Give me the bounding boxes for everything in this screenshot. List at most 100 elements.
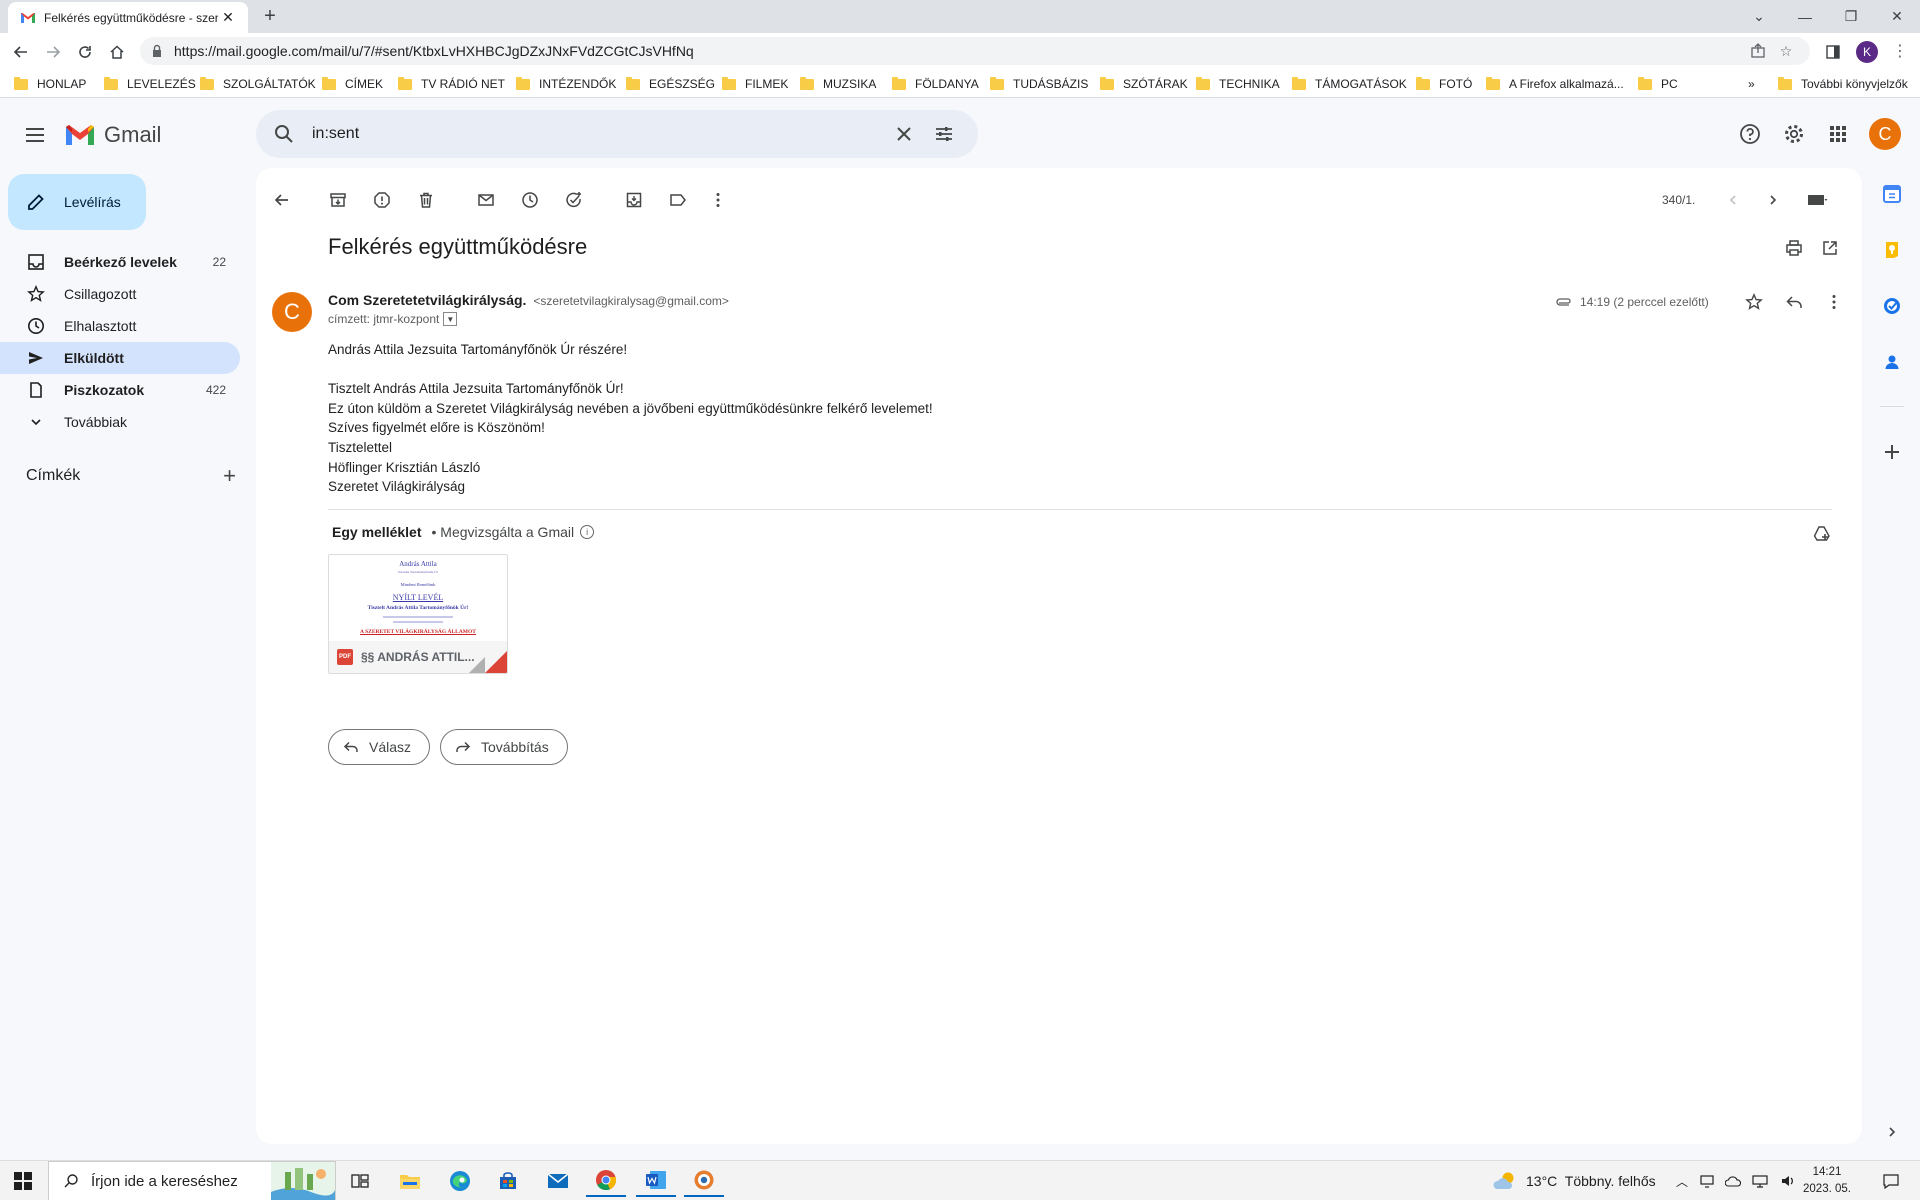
mark-unread-button[interactable] [468,182,504,218]
network-icon[interactable] [1752,1174,1769,1188]
sidebar-item-starred[interactable]: Csillagozott [0,278,240,310]
bookmark-folder[interactable]: A Firefox alkalmazá... [1486,74,1624,94]
calendar-icon[interactable] [1876,178,1908,210]
attachment-card[interactable]: András Attila Jezsuita Tartományfőnök Úr… [328,554,508,674]
clear-search-icon[interactable] [884,114,924,154]
keep-icon[interactable] [1876,234,1908,266]
bookmark-folder[interactable]: TV RÁDIÓ NET [398,74,505,94]
bookmark-folder[interactable]: CÍMEK [322,74,383,94]
main-menu-button[interactable] [22,122,48,148]
bookmark-folder[interactable]: PC [1638,74,1678,94]
report-spam-button[interactable] [364,182,400,218]
get-addons-plus-icon[interactable] [1876,436,1908,468]
message-more-button[interactable] [1818,286,1850,318]
browser-profile-avatar[interactable]: K [1856,41,1878,63]
tray-overflow-chevron-icon[interactable]: ︿ [1676,1173,1688,1190]
notifications-icon[interactable] [1876,1161,1906,1200]
taskbar-search-box[interactable]: Írjon ide a kereséshez [48,1161,336,1200]
search-icon[interactable] [270,120,298,148]
sidebar-item-drafts[interactable]: Piszkozatok 422 [0,374,240,406]
search-options-icon[interactable] [924,114,964,154]
labels-button[interactable] [660,182,696,218]
reply-button[interactable]: Válasz [328,729,431,765]
chrome-browser-icon[interactable] [586,1165,626,1197]
help-icon[interactable] [1734,118,1766,150]
onedrive-cloud-icon[interactable] [1724,1175,1741,1187]
reload-button[interactable] [72,39,98,65]
file-explorer-icon[interactable] [390,1165,430,1197]
sidebar-item-snoozed[interactable]: Elhalasztott [0,310,240,342]
tasks-icon[interactable] [1876,290,1908,322]
newer-button[interactable] [1713,194,1753,206]
info-icon[interactable]: i [580,525,595,539]
forward-button[interactable]: Továbbítás [440,729,568,765]
reply-icon-button[interactable] [1778,286,1810,318]
tab-search-icon[interactable]: ⌄ [1736,0,1782,33]
move-to-button[interactable] [616,182,652,218]
pinned-app-icon[interactable] [684,1165,724,1197]
bookmark-folder[interactable]: SZOLGÁLTATÓK [200,74,316,94]
add-label-button[interactable]: + [223,463,236,489]
contacts-icon[interactable] [1876,346,1908,378]
other-bookmarks-folder[interactable]: További könyvjelzők [1778,74,1908,94]
browser-tab[interactable]: Felkérés együttműködésre - szeretetvilag… [8,2,248,33]
gmail-logo[interactable]: Gmail [64,122,161,148]
edge-browser-icon[interactable] [440,1165,480,1197]
bookmark-folder[interactable]: TUDÁSBÁZIS [990,74,1088,94]
back-to-list-button[interactable] [264,182,300,218]
input-tools-button[interactable] [1793,194,1843,206]
side-panel-expand-icon[interactable] [1876,1116,1908,1148]
mail-search-bar[interactable]: in:sent [256,110,978,158]
display-icon[interactable] [1699,1174,1714,1188]
bookmark-folder[interactable]: EGÉSZSÉG [626,74,715,94]
browser-menu-icon[interactable]: ⋮ [1890,41,1910,63]
settings-gear-icon[interactable] [1778,118,1810,150]
bookmark-folder[interactable]: TÁMOGATÁSOK [1292,74,1407,94]
archive-button[interactable] [320,182,356,218]
task-view-icon[interactable] [340,1165,380,1197]
bookmark-folder[interactable]: FILMEK [722,74,788,94]
mail-app-icon[interactable] [538,1165,578,1197]
address-bar[interactable]: https://mail.google.com/mail/u/7/#sent/K… [140,37,1810,65]
add-to-tasks-button[interactable] [556,182,592,218]
add-all-to-drive-button[interactable] [1808,520,1836,548]
bookmark-folder[interactable]: FOTÓ [1416,74,1472,94]
restore-button[interactable]: ❐ [1828,0,1874,33]
more-actions-button[interactable] [700,182,736,218]
bookmarks-overflow-button[interactable]: » [1748,74,1755,94]
star-message-button[interactable] [1738,286,1770,318]
bookmark-folder[interactable]: HONLAP [14,74,86,94]
bookmark-star-icon[interactable]: ☆ [1772,39,1800,63]
account-avatar[interactable]: C [1869,118,1901,150]
print-all-button[interactable] [1776,230,1812,266]
show-details-dropdown-icon[interactable]: ▼ [443,312,458,326]
compose-button[interactable]: Levélírás [8,174,146,230]
minimize-button[interactable]: — [1782,0,1828,33]
side-panel-icon[interactable] [1820,39,1846,65]
bookmark-folder[interactable]: INTÉZENDŐK [516,74,616,94]
windows-start-icon[interactable] [14,1172,32,1190]
taskbar-clock[interactable]: 14:21 2023. 05. 18. [1796,1164,1858,1200]
close-window-button[interactable]: ✕ [1874,0,1920,33]
delete-button[interactable] [408,182,444,218]
older-button[interactable] [1753,194,1793,206]
sender-name[interactable]: Com Szeretetetvilágkirályság. [328,292,526,308]
bookmark-folder[interactable]: TECHNIKA [1196,74,1280,94]
weather-widget[interactable]: 13°C Többny. felhős [1492,1161,1656,1200]
forward-button[interactable] [40,39,66,65]
volume-icon[interactable] [1780,1174,1796,1188]
bookmark-folder[interactable]: FÖLDANYA [892,74,979,94]
sidebar-item-more[interactable]: Továbbiak [0,406,240,438]
new-tab-button[interactable]: + [258,4,282,28]
snooze-button[interactable] [512,182,548,218]
microsoft-store-icon[interactable] [488,1165,528,1197]
open-new-window-button[interactable] [1812,230,1848,266]
sidebar-item-sent[interactable]: Elküldött [0,342,240,374]
apps-grid-icon[interactable] [1822,118,1854,150]
close-tab-icon[interactable]: ✕ [218,9,238,26]
sidebar-item-inbox[interactable]: Beérkező levelek 22 [0,246,240,278]
word-app-icon[interactable] [636,1165,676,1197]
bookmark-folder[interactable]: MUZSIKA [800,74,876,94]
search-input[interactable]: in:sent [312,125,884,143]
bookmark-folder[interactable]: SZÓTÁRAK [1100,74,1188,94]
